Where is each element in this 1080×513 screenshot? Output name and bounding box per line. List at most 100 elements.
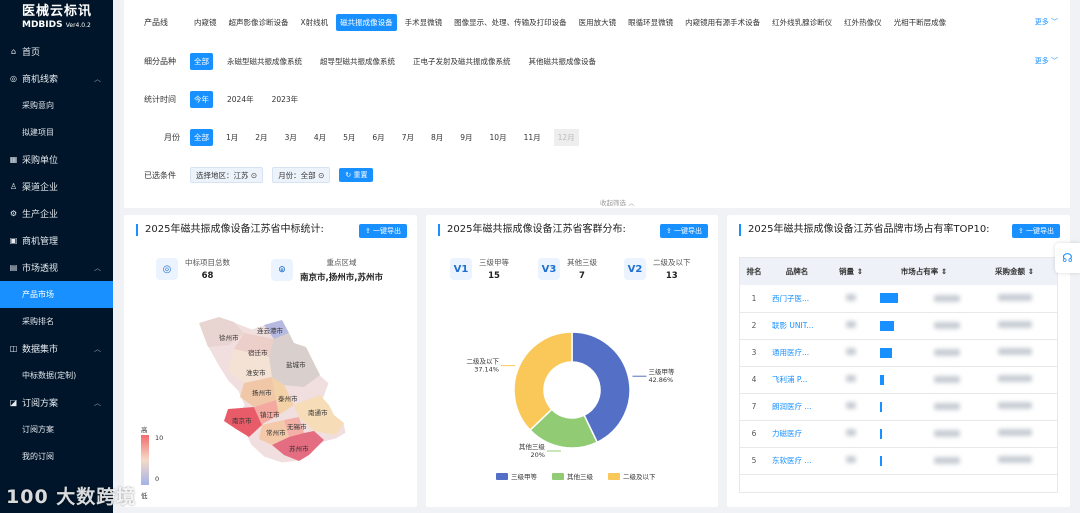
sub-type-option[interactable]: 全部 xyxy=(190,52,213,70)
rank-cell: 7 xyxy=(740,393,768,421)
month-option[interactable]: 8月 xyxy=(427,129,447,146)
col-sales[interactable]: 销量 ⇕ xyxy=(826,258,876,285)
collapse-filter[interactable]: 收起筛选 ︿ xyxy=(600,197,635,207)
product-line-option[interactable]: X射线机 xyxy=(297,14,333,31)
month-option[interactable]: 2月 xyxy=(251,129,271,146)
region-yancheng[interactable] xyxy=(269,333,320,387)
product-line-option[interactable]: 内窥镜 xyxy=(190,14,221,31)
product-line-option[interactable]: 磁共振成像设备 xyxy=(336,13,397,31)
month-option[interactable]: 5月 xyxy=(339,129,359,146)
nav-procurement-intent[interactable]: 采购意向 xyxy=(0,92,113,119)
table-row[interactable]: 7 朗润医疗 ... xyxy=(740,393,1057,421)
month-option[interactable]: 3月 xyxy=(281,129,301,146)
nav-home[interactable]: ⌂ 首页 xyxy=(0,38,113,65)
table-row[interactable]: 3 通用医疗... xyxy=(740,339,1057,367)
product-line-option[interactable]: 内窥镜用有源手术设备 xyxy=(681,14,764,31)
month-option[interactable]: 4月 xyxy=(310,129,330,146)
export-button[interactable]: ⇪ 一键导出 xyxy=(1011,224,1060,238)
product-line-option[interactable]: 手术显微镜 xyxy=(401,14,447,31)
sort-icon[interactable]: ⇕ xyxy=(1028,267,1034,276)
pie-slice[interactable] xyxy=(513,331,573,432)
grade-3a-stat: V1 三级甲等 15 xyxy=(450,257,509,281)
col-share[interactable]: 市场占有率 ⇕ xyxy=(876,258,972,285)
product-line-option[interactable]: 图像显示、处理、传输及打印设备 xyxy=(450,14,571,31)
customer-distribution-card: 2025年磁共振成像设备江苏省客群分布: ⇪ 一键导出 V1 三级甲等 15 V3… xyxy=(426,215,718,507)
col-sales-label: 销量 xyxy=(839,267,855,276)
month-option[interactable]: 全部 xyxy=(190,128,213,146)
month-option[interactable]: 9月 xyxy=(456,129,476,146)
month-option[interactable]: 6月 xyxy=(368,129,388,146)
time-option[interactable]: 2024年 xyxy=(223,91,258,108)
product-line-option[interactable]: 红外线乳腺诊断仪 xyxy=(768,14,836,31)
nav-leads[interactable]: ◎ 商机线索 ︿ xyxy=(0,65,113,92)
sub-type-option[interactable]: 超导型磁共振成像系统 xyxy=(316,53,399,70)
legend-label[interactable]: 二级及以下 xyxy=(623,472,656,481)
nav-data-market[interactable]: ◫ 数据集市 ︿ xyxy=(0,335,113,362)
headset-icon[interactable]: ☊ xyxy=(1055,243,1080,273)
share-bar xyxy=(880,293,898,304)
sort-icon[interactable]: ⇕ xyxy=(941,267,947,276)
nav-my-sub[interactable]: 我的订阅 xyxy=(0,443,113,470)
product-line-option[interactable]: 超声影像诊断设备 xyxy=(225,14,293,31)
export-button[interactable]: ⇪ 一键导出 xyxy=(659,224,708,238)
month-option[interactable]: 1月 xyxy=(222,129,242,146)
region-tag[interactable]: 选择地区：江苏 ⊙ xyxy=(190,167,264,183)
table-row[interactable]: 2 联影 UNIT... xyxy=(740,312,1057,340)
month-tag[interactable]: 月份：全部 ⊙ xyxy=(272,167,331,183)
time-option[interactable]: 今年 xyxy=(190,90,213,108)
product-line-more[interactable]: 更多 ﹀ xyxy=(1035,17,1058,27)
reset-button[interactable]: ↻ 重置 xyxy=(339,168,374,182)
table-row[interactable]: 6 力磁医疗 xyxy=(740,420,1057,448)
brand-cell[interactable]: 西门子医... xyxy=(768,285,826,313)
sub-type-more[interactable]: 更多 ﹀ xyxy=(1035,56,1058,66)
brand-cell[interactable]: 飞利浦 P... xyxy=(768,366,826,394)
legend-swatch[interactable] xyxy=(496,473,508,480)
sub-type-option[interactable]: 永磁型磁共振成像系统 xyxy=(223,53,306,70)
legend-swatch[interactable] xyxy=(608,473,620,480)
nav-buyers[interactable]: ▦ 采购单位 xyxy=(0,146,113,173)
sub-type-option[interactable]: 正电子发射及磁共振成像系统 xyxy=(409,53,515,70)
nav-subscription[interactable]: ◪ 订阅方案 ︿ xyxy=(0,389,113,416)
pie-chart[interactable]: 三级甲等42.86%其他三级20%二级及以下37.14%三级甲等 其他三级 二级及以… xyxy=(426,305,718,505)
col-amount[interactable]: 采购金额 ⇕ xyxy=(972,258,1057,285)
brand-cell[interactable]: 联影 UNIT... xyxy=(768,312,826,340)
nav-product-market[interactable]: 产品市场 xyxy=(0,281,113,308)
jiangsu-map[interactable]: 连云港市 徐州市 宿迁市 淮安市 盐城市 扬州市 泰州市 南京市 镇江市 南通市… xyxy=(124,305,417,505)
table-row[interactable]: 1 西门子医... xyxy=(740,285,1057,313)
close-circle-icon[interactable]: ⊙ xyxy=(251,171,257,180)
brand-cell[interactable]: 朗润医疗 ... xyxy=(768,393,826,421)
month-option[interactable]: 10月 xyxy=(486,129,511,146)
app-logo[interactable]: 医械云标讯 MDBIDS Ver4.0.2 xyxy=(0,0,113,38)
product-line-option[interactable]: 眼循环显微镜 xyxy=(624,14,677,31)
nav-market[interactable]: ▤ 市场透视 ︿ xyxy=(0,254,113,281)
legend-label[interactable]: 三级甲等 xyxy=(511,472,538,481)
brand-cell[interactable]: 东软医疗 ... xyxy=(768,447,826,475)
chevron-up-icon: ︿ xyxy=(94,263,101,272)
month-option[interactable]: 11月 xyxy=(520,129,545,146)
product-line-option[interactable]: 光相干断层成像 xyxy=(890,14,951,31)
product-line-option[interactable]: 医用放大镜 xyxy=(575,14,621,31)
brand-cell[interactable]: 通用医疗... xyxy=(768,339,826,367)
nav-producer[interactable]: ⚙ 生产企业 xyxy=(0,200,113,227)
table-row[interactable]: 5 东软医疗 ... xyxy=(740,447,1057,475)
nav-sub-plan[interactable]: 订阅方案 xyxy=(0,416,113,443)
nav-purchase-rank[interactable]: 采购排名 xyxy=(0,308,113,335)
month-option[interactable]: 7月 xyxy=(398,129,418,146)
table-row[interactable]: 4 飞利浦 P... xyxy=(740,366,1057,394)
nav-channel[interactable]: ♙ 渠道企业 xyxy=(0,173,113,200)
product-line-option[interactable]: 红外热像仪 xyxy=(840,14,886,31)
s3-label: 二级及以下 xyxy=(653,258,691,267)
nav-proposed[interactable]: 拟建项目 xyxy=(0,119,113,146)
sub-type-option[interactable]: 其他磁共振成像设备 xyxy=(525,53,601,70)
brand-cell[interactable]: 力磁医疗 xyxy=(768,420,826,448)
time-option[interactable]: 2023年 xyxy=(268,91,303,108)
export-button[interactable]: ⇪ 一键导出 xyxy=(358,224,407,238)
nav-winning-data[interactable]: 中标数据(定制) xyxy=(0,362,113,389)
sort-icon[interactable]: ⇕ xyxy=(857,267,863,276)
nav-opportunity[interactable]: ▣ 商机管理 xyxy=(0,227,113,254)
legend-swatch[interactable] xyxy=(552,473,564,480)
legend-label[interactable]: 其他三级 xyxy=(567,472,594,481)
month-row: 月份 全部 1月 2月 3月 4月 5月 6月 7月 8月 9月 10月 11月 12月 xyxy=(144,128,588,146)
close-circle-icon[interactable]: ⊙ xyxy=(318,171,324,180)
month-option[interactable]: 12月 xyxy=(553,128,579,146)
